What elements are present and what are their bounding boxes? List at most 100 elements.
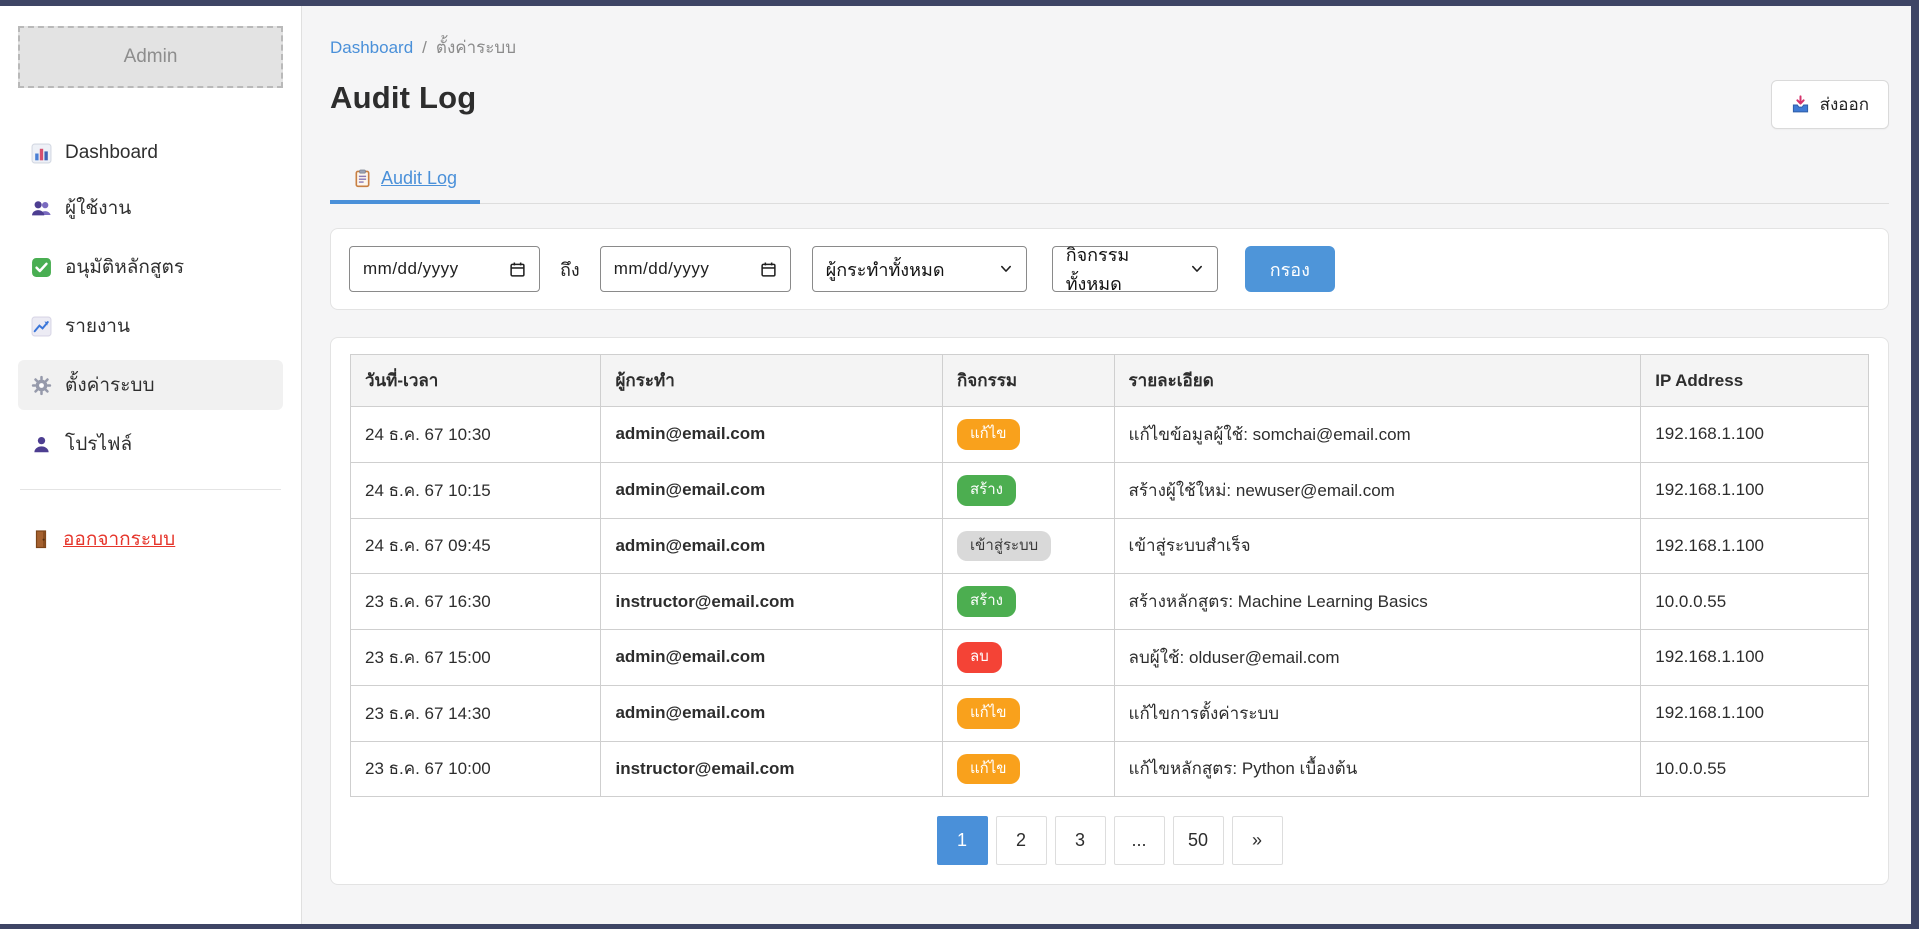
pagination-page-...[interactable]: ... bbox=[1114, 816, 1165, 865]
cell-ip: 10.0.0.55 bbox=[1641, 574, 1869, 630]
cell-detail: แก้ไขหลักสูตร: Python เบื้องต้น bbox=[1114, 741, 1641, 797]
column-header: กิจกรรม bbox=[943, 355, 1115, 407]
sidebar: Admin Dashboard ผู้ใช้งานอนุมัติหลักสูตรร… bbox=[0, 6, 302, 924]
filter-bar: mm/dd/yyyy ถึง mm/dd/yyyy ผู้กระทำทั้งหม… bbox=[330, 228, 1889, 310]
table-row: 24 ธ.ค. 67 10:15admin@email.comสร้างสร้า… bbox=[351, 462, 1869, 518]
cell-activity: สร้าง bbox=[943, 574, 1115, 630]
sidebar-item-label: อนุมัติหลักสูตร bbox=[65, 252, 184, 282]
main-content: Dashboard / ตั้งค่าระบบ Audit Log ส่งออก… bbox=[302, 6, 1911, 924]
cell-detail: สร้างผู้ใช้ใหม่: newuser@email.com bbox=[1114, 462, 1641, 518]
export-button[interactable]: ส่งออก bbox=[1771, 80, 1889, 129]
logo-text: Admin bbox=[124, 46, 178, 68]
app-window: Admin Dashboard ผู้ใช้งานอนุมัติหลักสูตรร… bbox=[0, 6, 1911, 924]
breadcrumb: Dashboard / ตั้งค่าระบบ bbox=[330, 34, 1889, 61]
pagination-page-3[interactable]: 3 bbox=[1055, 816, 1106, 865]
sidebar-item-1[interactable]: ผู้ใช้งาน bbox=[18, 183, 283, 233]
calendar-icon[interactable] bbox=[509, 261, 526, 278]
pagination-page-2[interactable]: 2 bbox=[996, 816, 1047, 865]
cell-actor: instructor@email.com bbox=[601, 741, 943, 797]
cell-detail: เข้าสู่ระบบสำเร็จ bbox=[1114, 518, 1641, 574]
sidebar-item-label: Dashboard bbox=[65, 142, 158, 164]
date-to-placeholder: mm/dd/yyyy bbox=[614, 259, 710, 279]
pagination-page-50[interactable]: 50 bbox=[1173, 816, 1224, 865]
sidebar-item-0[interactable]: Dashboard bbox=[18, 132, 283, 174]
cell-ip: 192.168.1.100 bbox=[1641, 407, 1869, 463]
cell-activity: แก้ไข bbox=[943, 741, 1115, 797]
door-icon bbox=[31, 529, 51, 549]
table-row: 23 ธ.ค. 67 10:00instructor@email.com แก้ไ… bbox=[351, 741, 1869, 797]
audit-table-card: วันที่-เวลาผู้กระทำกิจกรรมรายละเอียดIP A… bbox=[330, 337, 1889, 885]
actor-select-value: ผู้กระทำทั้งหมด bbox=[826, 255, 945, 284]
cell-ip: 192.168.1.100 bbox=[1641, 518, 1869, 574]
cell-datetime: 24 ธ.ค. 67 09:45 bbox=[351, 518, 601, 574]
cell-datetime: 23 ธ.ค. 67 15:00 bbox=[351, 630, 601, 686]
cell-activity: สร้าง bbox=[943, 462, 1115, 518]
actor-select[interactable]: ผู้กระทำทั้งหมด bbox=[812, 246, 1027, 292]
cell-datetime: 23 ธ.ค. 67 10:00 bbox=[351, 741, 601, 797]
sidebar-item-label: ผู้ใช้งาน bbox=[65, 193, 131, 223]
table-row: 23 ธ.ค. 67 14:30admin@email.comแก้ไขแก้ไ… bbox=[351, 685, 1869, 741]
activity-badge: เข้าสู่ระบบ bbox=[957, 531, 1051, 562]
export-button-label: ส่งออก bbox=[1820, 91, 1869, 118]
check-icon bbox=[31, 257, 52, 278]
column-header: ผู้กระทำ bbox=[601, 355, 943, 407]
column-header: วันที่-เวลา bbox=[351, 355, 601, 407]
audit-table: วันที่-เวลาผู้กระทำกิจกรรมรายละเอียดIP A… bbox=[350, 354, 1869, 797]
sidebar-item-4[interactable]: ตั้งค่าระบบ bbox=[18, 360, 283, 410]
cell-actor: admin@email.com bbox=[601, 518, 943, 574]
person-icon bbox=[31, 434, 52, 455]
activity-badge: แก้ไข bbox=[957, 754, 1020, 785]
sidebar-item-label: โปรไฟล์ bbox=[65, 429, 132, 459]
cell-actor: admin@email.com bbox=[601, 685, 943, 741]
activity-badge: แก้ไข bbox=[957, 698, 1020, 729]
table-row: 23 ธ.ค. 67 16:30instructor@email.com สร้า… bbox=[351, 574, 1869, 630]
cell-ip: 192.168.1.100 bbox=[1641, 462, 1869, 518]
filter-button[interactable]: กรอง bbox=[1245, 246, 1335, 292]
tab-label: Audit Log bbox=[381, 168, 457, 189]
chevron-down-icon bbox=[999, 262, 1013, 276]
export-icon bbox=[1791, 95, 1810, 114]
clipboard-icon bbox=[353, 169, 372, 188]
activity-badge: สร้าง bbox=[957, 586, 1016, 617]
sidebar-item-5[interactable]: โปรไฟล์ bbox=[18, 419, 283, 469]
cell-activity: ลบ bbox=[943, 630, 1115, 686]
activity-badge: แก้ไข bbox=[957, 419, 1020, 450]
cell-detail: ลบผู้ใช้: olduser@email.com bbox=[1114, 630, 1641, 686]
sidebar-item-2[interactable]: อนุมัติหลักสูตร bbox=[18, 242, 283, 292]
table-header-row: วันที่-เวลาผู้กระทำกิจกรรมรายละเอียดIP A… bbox=[351, 355, 1869, 407]
table-row: 23 ธ.ค. 67 15:00admin@email.com ลบ ลบผู้ใช… bbox=[351, 630, 1869, 686]
sidebar-nav: Dashboard ผู้ใช้งานอนุมัติหลักสูตรรายงานต… bbox=[18, 132, 283, 469]
breadcrumb-current: ตั้งค่าระบบ bbox=[436, 34, 516, 61]
pagination-next-button[interactable]: » bbox=[1232, 816, 1283, 865]
cell-detail: แก้ไขข้อมูลผู้ใช้: somchai@email.com bbox=[1114, 407, 1641, 463]
chevron-down-icon bbox=[1190, 262, 1204, 276]
cell-datetime: 23 ธ.ค. 67 14:30 bbox=[351, 685, 601, 741]
date-from-input[interactable]: mm/dd/yyyy bbox=[349, 246, 540, 292]
table-row: 24 ธ.ค. 67 09:45admin@email.com เข้าสู่ระ… bbox=[351, 518, 1869, 574]
tab-audit-log[interactable]: Audit Log bbox=[330, 168, 480, 204]
cell-actor: instructor@email.com bbox=[601, 574, 943, 630]
cell-detail: สร้างหลักสูตร: Machine Learning Basics bbox=[1114, 574, 1641, 630]
sidebar-item-3[interactable]: รายงาน bbox=[18, 301, 283, 351]
sidebar-divider bbox=[20, 489, 281, 490]
calendar-icon[interactable] bbox=[760, 261, 777, 278]
breadcrumb-separator: / bbox=[422, 38, 427, 58]
sidebar-item-label: รายงาน bbox=[65, 311, 130, 341]
date-to-input[interactable]: mm/dd/yyyy bbox=[600, 246, 791, 292]
activity-select[interactable]: กิจกรรมทั้งหมด bbox=[1052, 246, 1218, 292]
activity-badge: สร้าง bbox=[957, 475, 1016, 506]
logout-link[interactable]: ออกจากระบบ bbox=[31, 524, 175, 554]
chart-increasing-icon bbox=[31, 316, 52, 337]
cell-datetime: 23 ธ.ค. 67 16:30 bbox=[351, 574, 601, 630]
pagination: 123...50» bbox=[350, 816, 1869, 865]
sidebar-item-label: ตั้งค่าระบบ bbox=[65, 370, 155, 400]
tab-bar: Audit Log bbox=[330, 168, 1889, 204]
cell-datetime: 24 ธ.ค. 67 10:15 bbox=[351, 462, 601, 518]
activity-badge: ลบ bbox=[957, 642, 1002, 673]
pagination-page-1[interactable]: 1 bbox=[937, 816, 988, 865]
breadcrumb-dashboard-link[interactable]: Dashboard bbox=[330, 38, 413, 58]
table-row: 24 ธ.ค. 67 10:30admin@email.comแก้ไขแก้ไ… bbox=[351, 407, 1869, 463]
cell-actor: admin@email.com bbox=[601, 630, 943, 686]
cell-datetime: 24 ธ.ค. 67 10:30 bbox=[351, 407, 601, 463]
column-header: รายละเอียด bbox=[1114, 355, 1641, 407]
